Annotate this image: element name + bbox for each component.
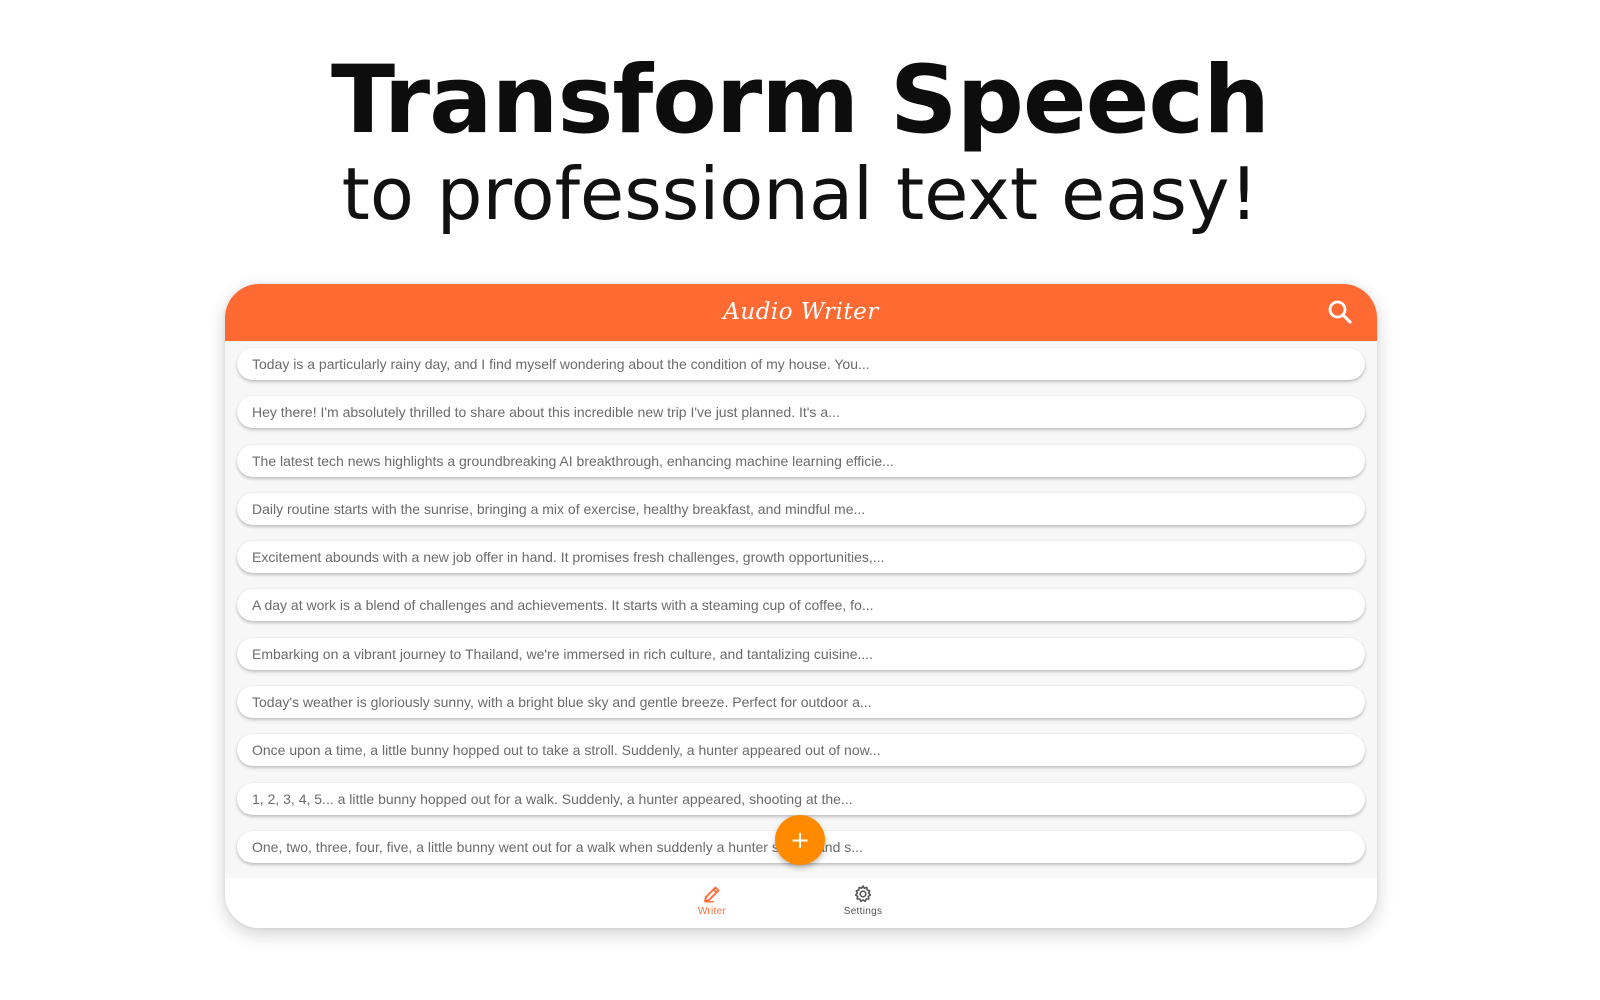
nav-label-settings: Settings (843, 906, 883, 917)
note-preview-text: 1, 2, 3, 4, 5... a little bunny hopped o… (252, 790, 853, 807)
note-list-item[interactable]: A day at work is a blend of challenges a… (237, 589, 1365, 622)
gear-icon (854, 885, 872, 903)
note-list-item[interactable]: Today's weather is gloriously sunny, wit… (237, 686, 1365, 719)
notes-list: Today is a particularly rainy day, and I… (237, 348, 1365, 879)
nav-label-writer: Writer (697, 906, 727, 917)
search-icon (1328, 300, 1352, 324)
app-bar: Audio Writer (225, 284, 1377, 341)
promo-subheadline: to professional text easy! (341, 152, 1259, 236)
note-list-item[interactable]: Daily routine starts with the sunrise, b… (237, 492, 1365, 525)
note-preview-text: Excitement abounds with a new job offer … (252, 549, 885, 566)
note-preview-text: One, two, three, four, five, a little bu… (252, 838, 863, 855)
note-preview-text: Embarking on a vibrant journey to Thaila… (252, 645, 874, 662)
app-title: Audio Writer (723, 299, 879, 325)
note-list-item[interactable]: Hey there! I'm absolutely thrilled to sh… (237, 396, 1365, 429)
add-note-button[interactable]: + (775, 815, 825, 865)
note-preview-text: A day at work is a blend of challenges a… (252, 597, 874, 614)
promo-headline: Transform Speech (330, 46, 1270, 155)
bottom-navigation: Writer Settings (225, 878, 1377, 928)
note-list-item[interactable]: 1, 2, 3, 4, 5... a little bunny hopped o… (237, 782, 1365, 815)
note-preview-text: Today is a particularly rainy day, and I… (252, 356, 870, 372)
nav-item-settings[interactable]: Settings (823, 884, 903, 924)
nav-item-writer[interactable]: Writer (672, 884, 752, 924)
note-preview-text: Hey there! I'm absolutely thrilled to sh… (252, 404, 840, 421)
note-preview-text: The latest tech news highlights a ground… (252, 452, 894, 469)
pencil-icon (704, 886, 720, 903)
note-preview-text: Today's weather is gloriously sunny, wit… (252, 694, 872, 711)
note-preview-text: Daily routine starts with the sunrise, b… (252, 500, 866, 517)
note-list-item[interactable]: Once upon a time, a little bunny hopped … (237, 734, 1365, 767)
search-button[interactable] (1325, 297, 1355, 327)
app-window: Audio Writer Today is a particularly rai… (225, 284, 1377, 928)
note-preview-text: Once upon a time, a little bunny hopped … (252, 742, 881, 759)
note-list-item[interactable]: The latest tech news highlights a ground… (237, 444, 1365, 477)
plus-icon: + (789, 826, 811, 854)
note-list-item[interactable]: Today is a particularly rainy day, and I… (237, 348, 1365, 380)
note-list-item[interactable]: Excitement abounds with a new job offer … (237, 541, 1365, 574)
note-list-item[interactable]: Embarking on a vibrant journey to Thaila… (237, 637, 1365, 670)
